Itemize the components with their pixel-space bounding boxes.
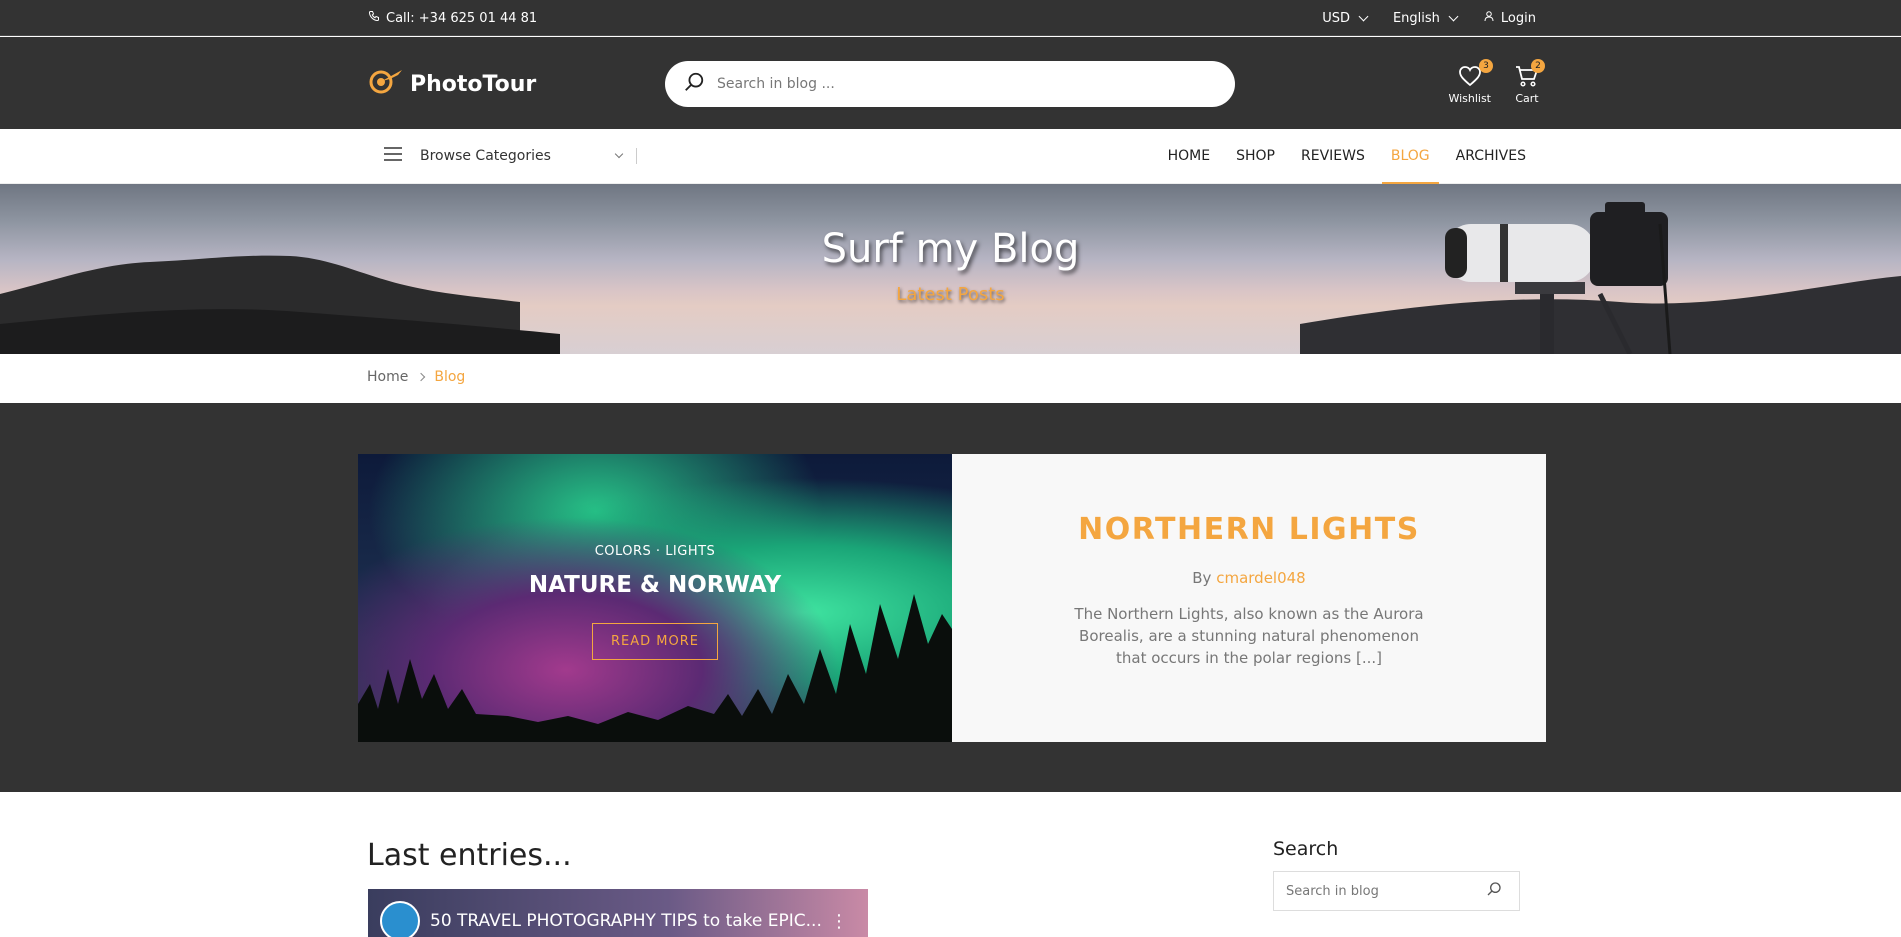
nav-item-reviews[interactable]: REVIEWS <box>1301 129 1365 184</box>
currency-value: USD <box>1322 10 1350 26</box>
sidebar-search-input[interactable] <box>1286 883 1486 899</box>
post-excerpt: The Northern Lights, also known as the A… <box>1074 605 1424 667</box>
login-link[interactable]: Login <box>1483 10 1536 26</box>
forest-silhouette-image <box>358 594 952 742</box>
breadcrumb: Home Blog <box>367 369 465 385</box>
more-options-icon[interactable]: ⋮ <box>830 911 848 932</box>
language-value: English <box>1392 10 1440 26</box>
blog-search-input[interactable] <box>717 76 1197 92</box>
post-author-line: By cmardel048 <box>952 569 1546 587</box>
featured-post-summary: NORTHERN LIGHTS By cmardel048 The Northe… <box>952 454 1546 742</box>
author-link[interactable]: cmardel048 <box>1216 569 1306 587</box>
sidebar-search-box[interactable] <box>1273 871 1520 911</box>
call-link[interactable]: Call: +34 625 01 44 81 <box>368 10 537 26</box>
wishlist-label: Wishlist <box>1448 92 1491 105</box>
banner-subtitle: Latest Posts <box>896 284 1005 305</box>
top-bar: Call: +34 625 01 44 81 USD English Login <box>0 0 1901 36</box>
chevron-down-icon <box>1358 11 1369 21</box>
language-selector[interactable]: English <box>1392 10 1459 26</box>
post-title[interactable]: NORTHERN LIGHTS <box>952 512 1546 547</box>
divider <box>636 148 637 164</box>
cart-button[interactable]: 2 Cart <box>1515 59 1545 105</box>
blog-search-bar[interactable] <box>665 61 1235 107</box>
sidebar-search-title: Search <box>1273 838 1339 860</box>
wishlist-count-badge: 3 <box>1479 59 1493 73</box>
featured-post-image[interactable]: COLORS · LIGHTS NATURE & NORWAY READ MOR… <box>358 454 952 742</box>
search-icon[interactable] <box>683 71 705 97</box>
breadcrumb-current: Blog <box>434 369 466 385</box>
hamburger-menu-icon <box>384 147 402 165</box>
author-prefix: By <box>1192 569 1212 587</box>
chevron-right-icon <box>417 372 426 382</box>
plane-logo-icon <box>368 67 404 101</box>
site-logo[interactable]: PhotoTour <box>368 67 536 101</box>
logo-text: PhotoTour <box>410 71 537 97</box>
login-label: Login <box>1500 10 1536 26</box>
heart-icon <box>1458 65 1482 90</box>
post-categories: COLORS · LIGHTS <box>594 544 716 559</box>
last-entries-heading: Last entries... <box>367 838 572 873</box>
chevron-down-icon <box>1448 11 1459 21</box>
video-title[interactable]: 50 TRAVEL PHOTOGRAPHY TIPS to take EPIC.… <box>430 911 822 931</box>
nav-item-archives[interactable]: ARCHIVES <box>1456 129 1526 184</box>
breadcrumb-home-link[interactable]: Home <box>367 369 408 385</box>
blog-hero-banner: Surf my Blog Latest Posts <box>0 184 1901 354</box>
read-more-button[interactable]: READ MORE <box>592 623 718 660</box>
nav-item-blog[interactable]: BLOG <box>1381 129 1439 184</box>
call-text: Call: +34 625 01 44 81 <box>386 10 538 26</box>
browse-categories-label: Browse Categories <box>420 148 551 164</box>
search-icon[interactable] <box>1486 881 1502 901</box>
post-image-heading: NATURE & NORWAY <box>528 572 782 598</box>
nav-menu: HOME SHOP REVIEWS BLOG ARCHIVES <box>1168 129 1526 184</box>
currency-selector[interactable]: USD <box>1322 10 1369 26</box>
main-navigation: Browse Categories HOME SHOP REVIEWS BLOG… <box>0 129 1901 184</box>
cart-count-badge: 2 <box>1531 59 1545 73</box>
wishlist-button[interactable]: 3 Wishlist <box>1448 59 1493 105</box>
banner-title: Surf my Blog <box>821 226 1080 272</box>
nav-item-shop[interactable]: SHOP <box>1236 129 1275 184</box>
browse-categories-dropdown[interactable]: Browse Categories <box>384 147 637 165</box>
phone-icon <box>368 10 380 26</box>
cart-label: Cart <box>1515 92 1539 105</box>
chevron-down-icon <box>614 149 624 159</box>
user-icon <box>1483 10 1495 26</box>
site-header: PhotoTour 3 Wishlist 2 Cart <box>0 37 1901 129</box>
nav-item-home[interactable]: HOME <box>1168 129 1210 184</box>
video-embed[interactable]: 50 TRAVEL PHOTOGRAPHY TIPS to take EPIC.… <box>368 889 868 937</box>
channel-avatar <box>380 901 420 937</box>
